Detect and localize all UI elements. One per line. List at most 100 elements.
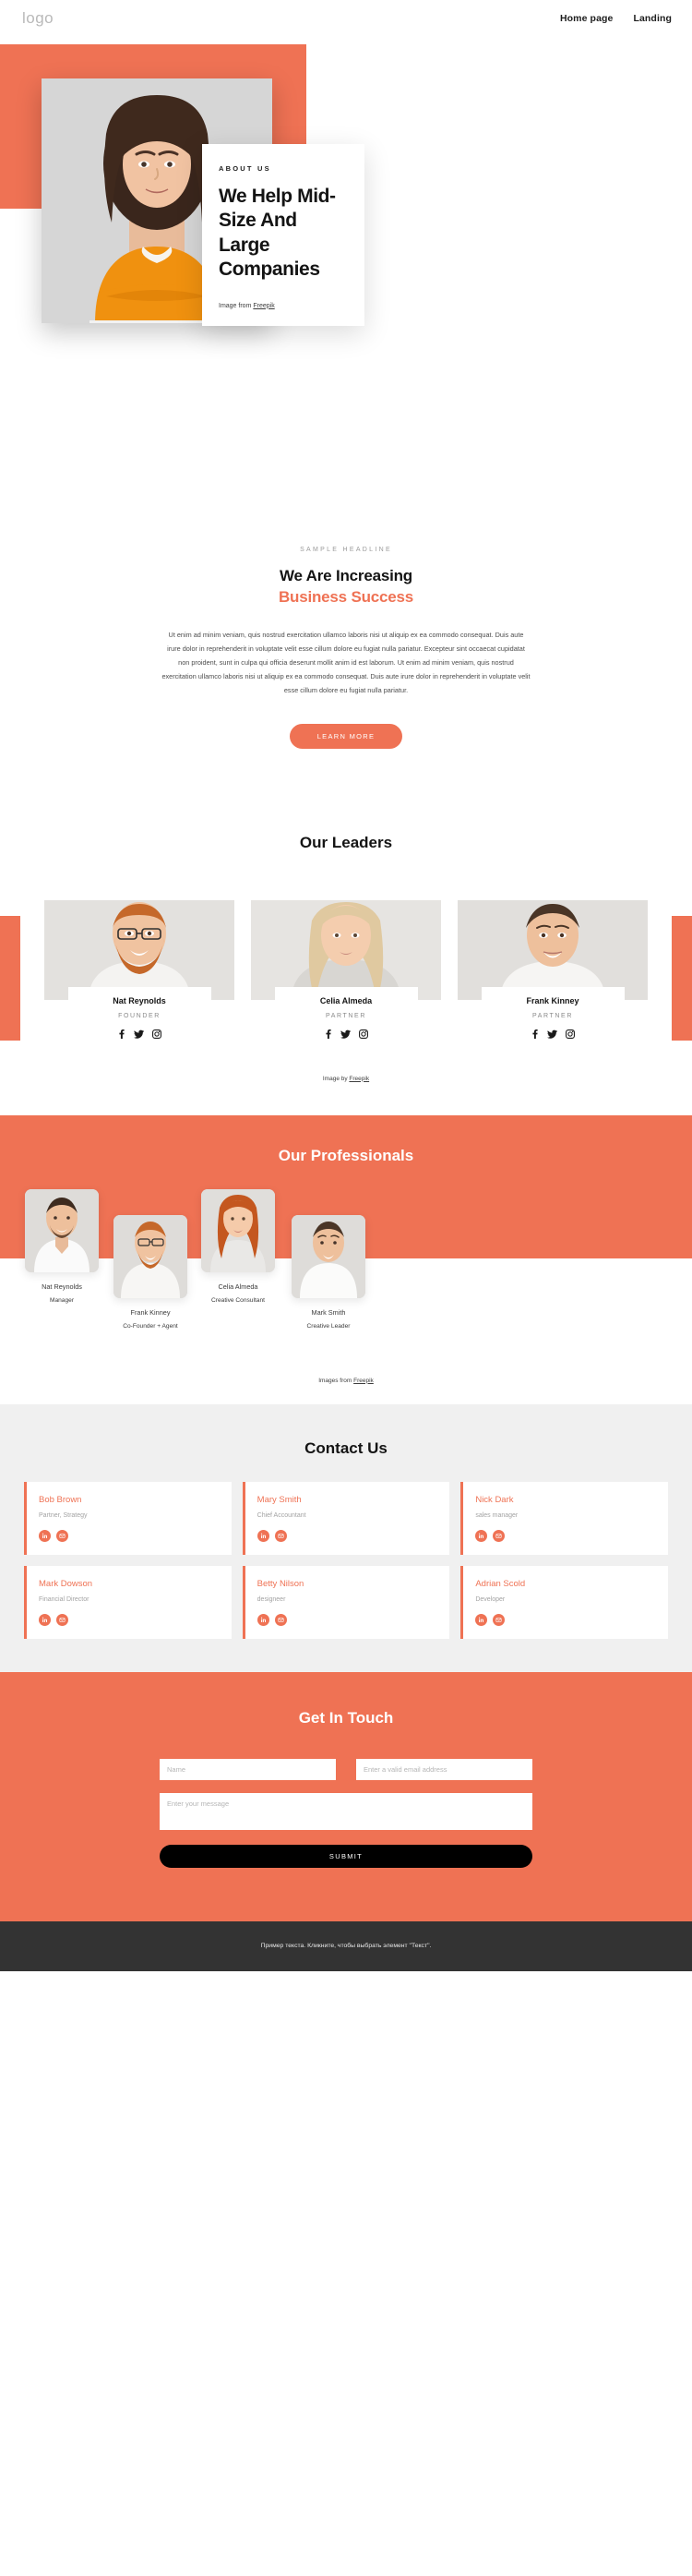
leader-info: Frank Kinney PARTNER (481, 986, 625, 1039)
smiling-man-portrait-illustration (458, 899, 648, 1000)
contact-card[interactable]: Nick Dark sales manager (460, 1481, 668, 1555)
hero-text-card: ABOUT US We Help Mid-Size And Large Comp… (202, 144, 364, 326)
leaders-card-row: Nat Reynolds FOUNDER Celia Almeda PARTNE… (20, 879, 672, 1063)
contact-role: designeer (257, 1595, 286, 1603)
hero-title: We Help Mid-Size And Large Companies (219, 186, 336, 281)
email-icon[interactable] (56, 1529, 68, 1542)
get-in-touch-section: Get In Touch SUBMIT (0, 1671, 692, 1921)
learn-more-button[interactable]: LEARN MORE (289, 723, 403, 749)
facebook-icon[interactable] (118, 1029, 125, 1039)
leader-photo (251, 899, 441, 1000)
leader-role: PARTNER (325, 1012, 366, 1019)
intro-eyebrow: SAMPLE HEADLINE (300, 547, 392, 553)
professionals-credit-link[interactable]: Freepik (353, 1378, 374, 1384)
twitter-icon[interactable] (133, 1029, 144, 1039)
professional-photo (292, 1214, 365, 1298)
contact-card[interactable]: Bob Brown Partner, Strategy (24, 1481, 232, 1555)
linkedin-icon[interactable] (257, 1613, 269, 1626)
facebook-icon[interactable] (531, 1029, 539, 1039)
professional-photo (25, 1188, 99, 1272)
leaders-credit-prefix: Image by (322, 1075, 350, 1082)
instagram-icon[interactable] (358, 1029, 368, 1039)
landing-page: logo Home page Landing ABOUT US We Help … (0, 0, 692, 1971)
leader-card[interactable]: Frank Kinney PARTNER (458, 899, 648, 1039)
name-input[interactable] (160, 1758, 336, 1780)
main-nav: Home page Landing (560, 13, 672, 24)
hero-credit-link[interactable]: Freepik (253, 303, 274, 309)
leader-info: Celia Almeda PARTNER (274, 986, 418, 1039)
leaders-image-credit: Image by Freepik (0, 1076, 692, 1082)
professional-photo (113, 1214, 187, 1298)
intro-heading: We Are Increasing Business Success (0, 566, 692, 608)
footer-text: Пример текста. Кликните, чтобы выбрать э… (260, 1943, 432, 1950)
professional-name: Mark Smith (311, 1307, 346, 1317)
linkedin-icon[interactable] (475, 1529, 488, 1542)
professional-card[interactable]: Frank Kinney Co-Founder + Agent (113, 1214, 187, 1330)
contact-role: sales manager (475, 1511, 519, 1519)
contact-role: Partner, Strategy (39, 1511, 88, 1519)
contact-card[interactable]: Mark Dowson Financial Director (24, 1565, 232, 1639)
leader-name: Celia Almeda (319, 995, 373, 1005)
contact-card[interactable]: Mary Smith Chief Accountant (242, 1481, 450, 1555)
contact-name: Adrian Scold (475, 1578, 526, 1589)
twitter-icon[interactable] (546, 1029, 557, 1039)
email-input[interactable] (356, 1758, 532, 1780)
leader-social-links (68, 1029, 211, 1039)
intro-heading-line-1: We Are Increasing (280, 567, 412, 584)
professional-role: Creative Consultant (211, 1296, 265, 1304)
professional-card[interactable]: Celia Almeda Creative Consultant (201, 1188, 275, 1304)
hero-image-credit: Image from Freepik (219, 303, 348, 309)
linkedin-icon[interactable] (257, 1529, 269, 1542)
contact-name: Mark Dowson (39, 1578, 93, 1589)
contact-social-links (39, 1613, 219, 1626)
leader-role: PARTNER (531, 1012, 573, 1019)
leader-card[interactable]: Celia Almeda PARTNER (251, 899, 441, 1039)
contact-name: Betty Nilson (257, 1578, 304, 1589)
facebook-icon[interactable] (325, 1029, 332, 1039)
redhead-woman-portrait-illustration (201, 1188, 275, 1272)
contact-card[interactable]: Adrian Scold Developer (460, 1565, 668, 1639)
linkedin-icon[interactable] (39, 1529, 51, 1542)
instagram-icon[interactable] (151, 1029, 161, 1039)
hero-eyebrow: ABOUT US (219, 164, 271, 173)
site-logo[interactable]: logo (22, 9, 54, 28)
contact-name: Bob Brown (39, 1494, 82, 1505)
professional-photo (201, 1188, 275, 1272)
professional-role: Co-Founder + Agent (123, 1322, 178, 1330)
linkedin-icon[interactable] (39, 1613, 51, 1626)
email-icon[interactable] (274, 1613, 287, 1626)
contact-section: Contact Us Bob Brown Partner, Strategy M… (0, 1403, 692, 1672)
contact-social-links (475, 1529, 655, 1542)
professionals-credit-prefix: Images from (318, 1377, 354, 1384)
contact-social-links (475, 1613, 655, 1626)
blonde-woman-portrait-illustration (251, 899, 441, 1000)
nav-item-landing[interactable]: Landing (633, 13, 672, 24)
leader-photo (458, 899, 648, 1000)
message-input[interactable] (160, 1792, 532, 1830)
instagram-icon[interactable] (565, 1029, 575, 1039)
leader-social-links (482, 1029, 625, 1039)
bearded-man-portrait-illustration (113, 1214, 187, 1298)
contact-card[interactable]: Betty Nilson designeer (242, 1565, 450, 1639)
professionals-section: Our Professionals Nat Reynolds Manager F… (0, 1114, 692, 1404)
form-row-name-email (160, 1758, 532, 1780)
email-icon[interactable] (56, 1613, 68, 1626)
email-icon[interactable] (493, 1613, 506, 1626)
linkedin-icon[interactable] (475, 1613, 488, 1626)
professional-card[interactable]: Mark Smith Creative Leader (292, 1214, 365, 1330)
submit-button[interactable]: SUBMIT (160, 1844, 532, 1868)
nav-item-home-page[interactable]: Home page (560, 13, 614, 24)
twitter-icon[interactable] (340, 1029, 351, 1039)
leader-social-links (275, 1029, 418, 1039)
email-icon[interactable] (274, 1529, 287, 1542)
email-icon[interactable] (493, 1529, 506, 1542)
professionals-image-credit: Images from Freepik (0, 1373, 692, 1404)
leaders-credit-link[interactable]: Freepik (349, 1076, 369, 1082)
professional-card[interactable]: Nat Reynolds Manager (25, 1188, 99, 1304)
professionals-row: Nat Reynolds Manager Frank Kinney Co-Fou… (0, 1188, 692, 1374)
leader-name: Frank Kinney (526, 995, 579, 1005)
leader-card[interactable]: Nat Reynolds FOUNDER (44, 899, 234, 1039)
contact-name: Mary Smith (257, 1494, 302, 1505)
professional-name: Frank Kinney (130, 1307, 171, 1317)
contact-role: Chief Accountant (257, 1511, 306, 1519)
